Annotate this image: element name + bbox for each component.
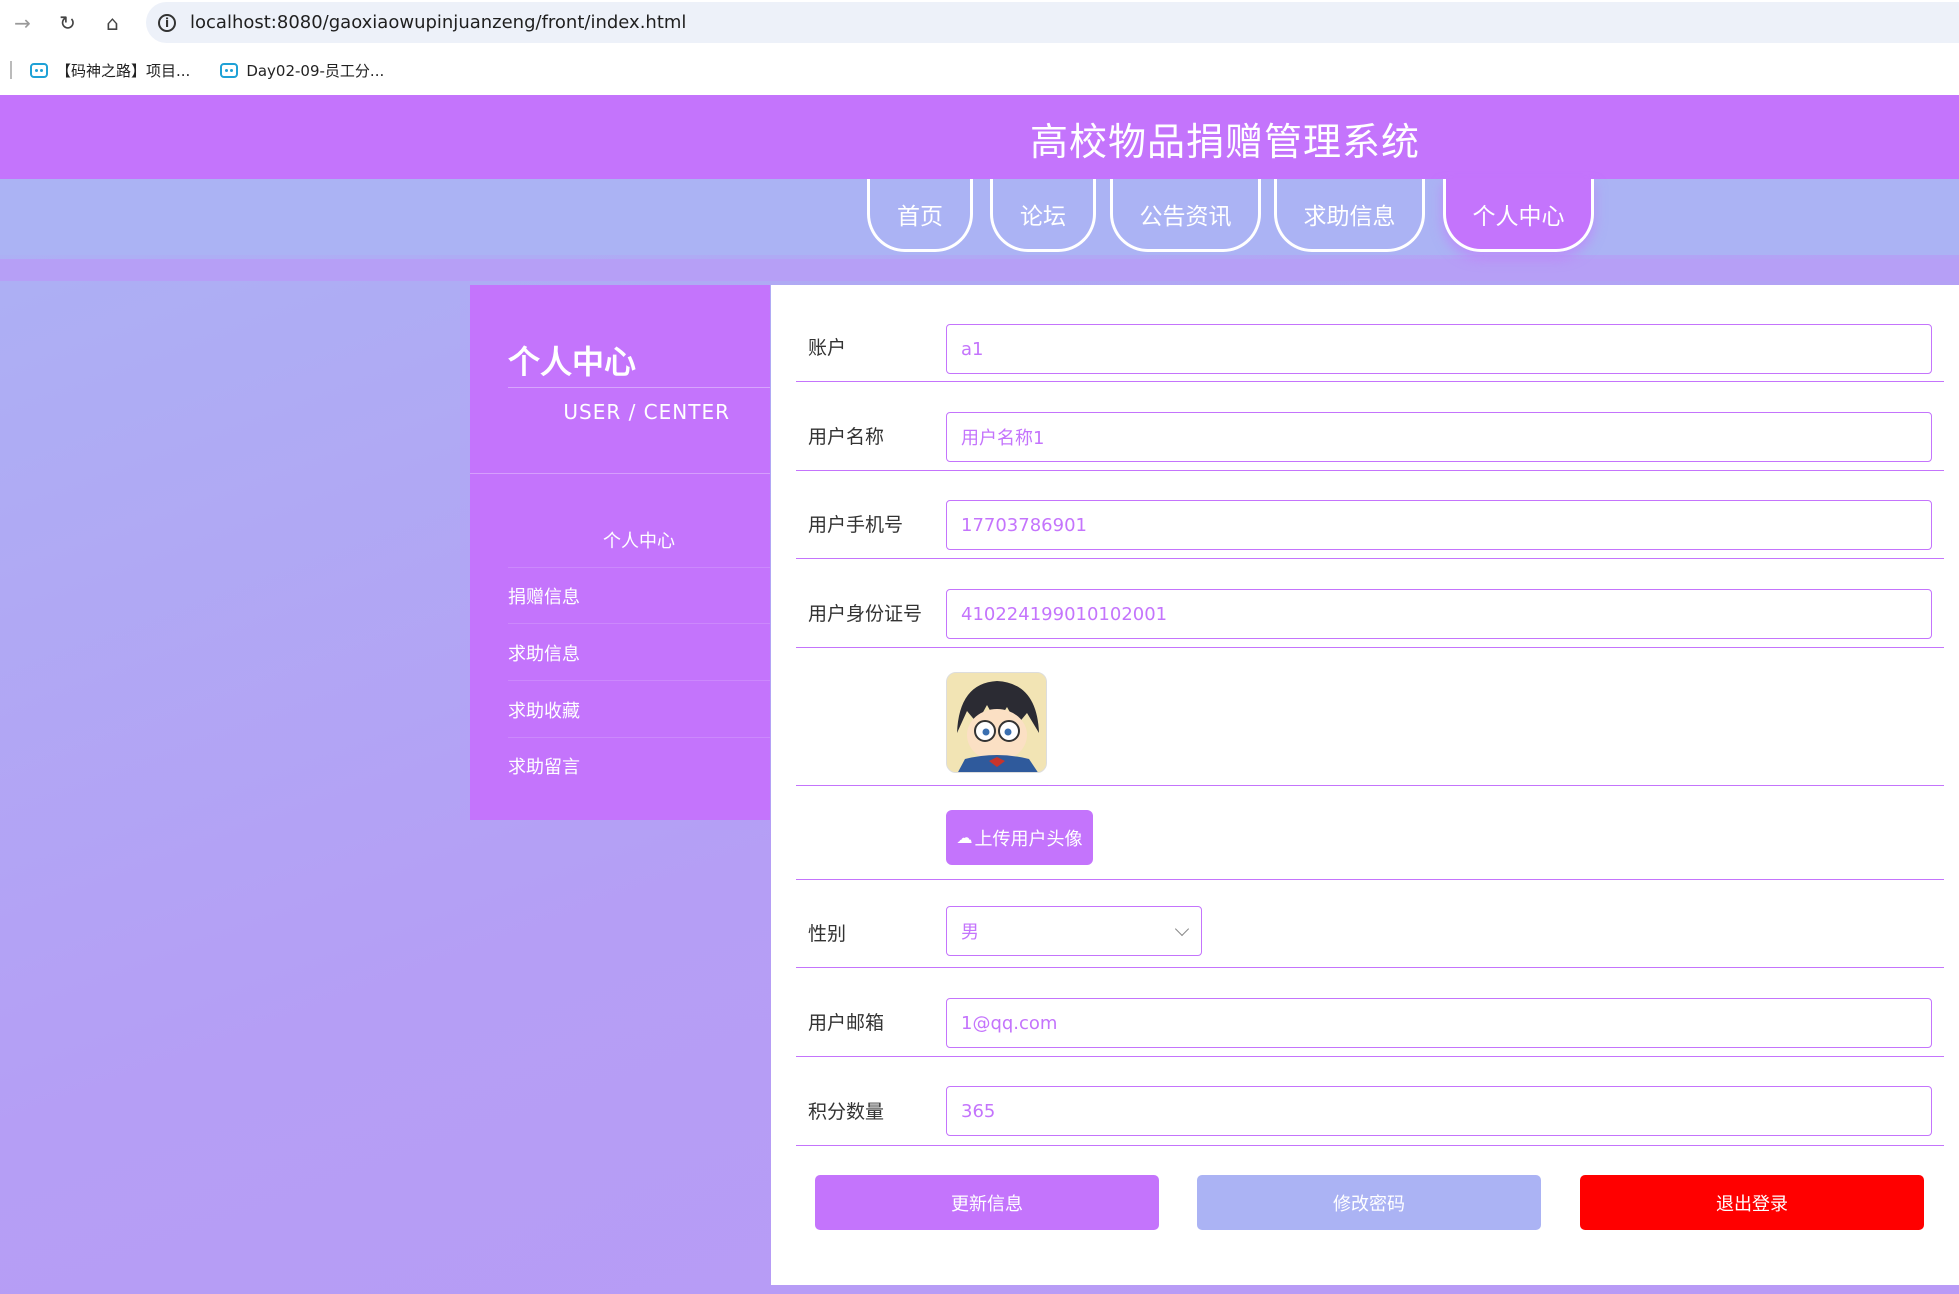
bookmark-label: Day02-09-员工分... xyxy=(246,61,385,80)
bookmark-item[interactable]: 【码神之路】项目... xyxy=(30,60,190,81)
nav-tab-user-center[interactable]: 个人中心 xyxy=(1443,179,1594,252)
points-label: 积分数量 xyxy=(808,1101,885,1123)
form-row-email: 用户邮箱 1@qq.com xyxy=(796,967,1944,1057)
form-row-gender: 性别 男 xyxy=(796,879,1944,968)
nav-tab-home[interactable]: 首页 xyxy=(867,179,973,252)
username-input[interactable]: 用户名称1 xyxy=(946,412,1932,462)
page-body: 高校物品捐赠管理系统 首页 论坛 公告资讯 求助信息 个人中心 个人中心 USE… xyxy=(0,95,1959,1294)
avatar-image xyxy=(947,673,1046,772)
username-label: 用户名称 xyxy=(808,426,885,448)
form-row-account: 账户 a1 xyxy=(796,285,1944,382)
phone-input[interactable]: 17703786901 xyxy=(946,500,1932,550)
browser-chrome: → ↻ ⌂ i localhost:8080/gaoxiaowupinjuanz… xyxy=(0,0,1959,95)
upload-avatar-button[interactable]: ☁ 上传用户头像 xyxy=(946,810,1093,865)
cloud-upload-icon: ☁ xyxy=(956,828,973,847)
account-input[interactable]: a1 xyxy=(946,324,1932,374)
account-label: 账户 xyxy=(808,337,847,359)
sidebar-item-user-center[interactable]: 个人中心 xyxy=(508,512,770,568)
logout-button[interactable]: 退出登录 xyxy=(1580,1175,1924,1230)
sidebar-item-help-messages[interactable]: 求助留言 xyxy=(508,738,770,794)
gender-selected: 男 xyxy=(961,922,979,943)
upload-avatar-label: 上传用户头像 xyxy=(974,828,1083,850)
profile-form: 账户 a1 用户名称 用户名称1 用户手机号 17703786901 用户身份证… xyxy=(771,285,1959,1285)
idcard-label: 用户身份证号 xyxy=(808,603,923,625)
points-input[interactable]: 365 xyxy=(946,1086,1932,1136)
sidebar-item-help-favorites[interactable]: 求助收藏 xyxy=(508,682,770,738)
gender-select[interactable]: 男 xyxy=(946,906,1202,956)
nav-strip xyxy=(0,179,1959,255)
idcard-input[interactable]: 410224199010102001 xyxy=(946,589,1932,639)
form-row-upload: ☁ 上传用户头像 xyxy=(796,785,1944,880)
email-input[interactable]: 1@qq.com xyxy=(946,998,1932,1048)
nav-tab-news[interactable]: 公告资讯 xyxy=(1110,179,1261,252)
site-header: 高校物品捐赠管理系统 xyxy=(0,95,1959,179)
url-text[interactable]: localhost:8080/gaoxiaowupinjuanzeng/fron… xyxy=(190,12,686,33)
sidebar-title: 个人中心 xyxy=(508,343,637,381)
browser-toolbar: → ↻ ⌂ i localhost:8080/gaoxiaowupinjuanz… xyxy=(0,0,1959,45)
bookmarks-bar: 【码神之路】项目... Day02-09-员工分... xyxy=(0,52,414,88)
bilibili-icon xyxy=(220,62,239,78)
bookmarks-separator xyxy=(10,61,12,79)
gender-label: 性别 xyxy=(808,923,847,945)
reload-icon[interactable]: ↻ xyxy=(45,0,90,45)
sidebar-item-donations[interactable]: 捐赠信息 xyxy=(508,568,770,624)
forward-icon[interactable]: → xyxy=(0,0,45,45)
bookmark-item[interactable]: Day02-09-员工分... xyxy=(220,60,384,81)
sidebar-item-help-info[interactable]: 求助信息 xyxy=(508,625,770,681)
sidebar: 个人中心 USER / CENTER 个人中心 捐赠信息 求助信息 求助收藏 求… xyxy=(470,285,770,820)
nav-tab-help-info[interactable]: 求助信息 xyxy=(1274,179,1425,252)
form-row-phone: 用户手机号 17703786901 xyxy=(796,470,1944,559)
site-info-icon[interactable]: i xyxy=(158,13,176,32)
form-row-idcard: 用户身份证号 410224199010102001 xyxy=(796,558,1944,648)
nav-tab-forum[interactable]: 论坛 xyxy=(990,179,1096,252)
form-row-points: 积分数量 365 xyxy=(796,1056,1944,1146)
nav-underlay xyxy=(0,259,1959,281)
bookmark-label: 【码神之路】项目... xyxy=(56,61,191,80)
change-password-button[interactable]: 修改密码 xyxy=(1197,1175,1541,1230)
home-icon[interactable]: ⌂ xyxy=(90,0,135,45)
phone-label: 用户手机号 xyxy=(808,514,904,536)
email-label: 用户邮箱 xyxy=(808,1012,885,1034)
sidebar-divider xyxy=(508,387,770,388)
site-title: 高校物品捐赠管理系统 xyxy=(1030,120,1421,164)
form-row-avatar xyxy=(796,647,1944,786)
avatar xyxy=(946,672,1047,773)
chevron-down-icon xyxy=(1174,921,1190,936)
sidebar-divider xyxy=(470,473,770,474)
update-info-button[interactable]: 更新信息 xyxy=(815,1175,1159,1230)
address-bar[interactable]: i localhost:8080/gaoxiaowupinjuanzeng/fr… xyxy=(146,2,1959,43)
sidebar-subtitle: USER / CENTER xyxy=(563,400,730,424)
form-row-username: 用户名称 用户名称1 xyxy=(796,381,1944,471)
bilibili-icon xyxy=(30,62,48,78)
